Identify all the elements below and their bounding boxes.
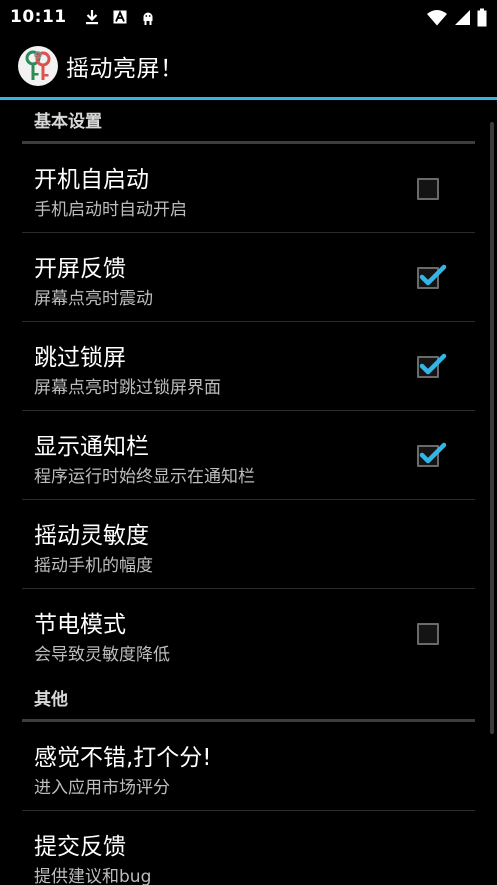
checkbox[interactable]	[417, 442, 447, 467]
pref-summary: 屏幕点亮时震动	[34, 289, 153, 309]
pref-show-notification[interactable]: 显示通知栏 程序运行时始终显示在通知栏	[22, 411, 475, 500]
signal-icon	[455, 9, 470, 25]
pref-unlock-vibrate[interactable]: 开屏反馈 屏幕点亮时震动	[22, 233, 475, 322]
scrollbar[interactable]	[490, 122, 494, 734]
keys-icon	[18, 46, 58, 86]
pref-summary: 手机启动时自动开启	[34, 200, 187, 220]
pref-title: 开机自启动	[34, 167, 149, 193]
pref-title: 摇动灵敏度	[34, 523, 149, 549]
status-time: 10:11	[10, 7, 67, 27]
app-title: 摇动亮屏！	[66, 56, 184, 82]
pref-summary: 屏幕点亮时跳过锁屏界面	[34, 378, 221, 398]
preference-list[interactable]: 基本设置 开机自启动 手机启动时自动开启 开屏反馈 屏幕点亮时震动 跳过锁屏 屏…	[0, 100, 497, 885]
status-bar: 10:11	[0, 0, 497, 34]
a-badge-icon	[113, 10, 127, 24]
pref-summary: 提供建议和bug	[34, 867, 152, 885]
battery-icon	[477, 8, 487, 26]
pref-summary: 进入应用市场评分	[34, 778, 170, 798]
action-bar: 摇动亮屏！	[0, 34, 497, 98]
pref-rate-app[interactable]: 感觉不错,打个分! 进入应用市场评分	[22, 722, 475, 811]
category-label: 基本设置	[34, 112, 102, 132]
pref-summary: 摇动手机的幅度	[34, 556, 153, 576]
pref-title: 显示通知栏	[34, 434, 149, 460]
pref-title: 开屏反馈	[34, 256, 126, 282]
pref-auto-start[interactable]: 开机自启动 手机启动时自动开启	[22, 144, 475, 233]
pref-shake-sensitivity[interactable]: 摇动灵敏度 摇动手机的幅度	[22, 500, 475, 589]
pref-title: 跳过锁屏	[34, 345, 126, 371]
pref-title: 节电模式	[34, 612, 126, 638]
checkmark-icon	[419, 264, 447, 286]
pref-feedback[interactable]: 提交反馈 提供建议和bug	[22, 811, 475, 885]
category-label: 其他	[34, 690, 68, 710]
category-header: 基本设置	[22, 100, 475, 144]
download-icon	[85, 10, 98, 25]
checkbox[interactable]	[417, 264, 447, 289]
category-header: 其他	[22, 678, 475, 722]
status-icons-right	[426, 8, 487, 27]
pref-skip-lockscreen[interactable]: 跳过锁屏 屏幕点亮时跳过锁屏界面	[22, 322, 475, 411]
wifi-icon	[427, 9, 447, 25]
android-icon	[143, 12, 153, 25]
checkmark-icon	[419, 442, 447, 464]
checkbox[interactable]	[417, 178, 439, 200]
checkmark-icon	[419, 353, 447, 375]
pref-power-saving[interactable]: 节电模式 会导致灵敏度降低	[22, 589, 475, 678]
pref-title: 提交反馈	[34, 834, 126, 860]
pref-title: 感觉不错,打个分!	[34, 745, 212, 771]
pref-summary: 会导致灵敏度降低	[34, 645, 170, 665]
pref-summary: 程序运行时始终显示在通知栏	[34, 467, 255, 487]
status-icons-left	[85, 9, 155, 26]
checkbox[interactable]	[417, 353, 447, 378]
checkbox[interactable]	[417, 623, 439, 645]
